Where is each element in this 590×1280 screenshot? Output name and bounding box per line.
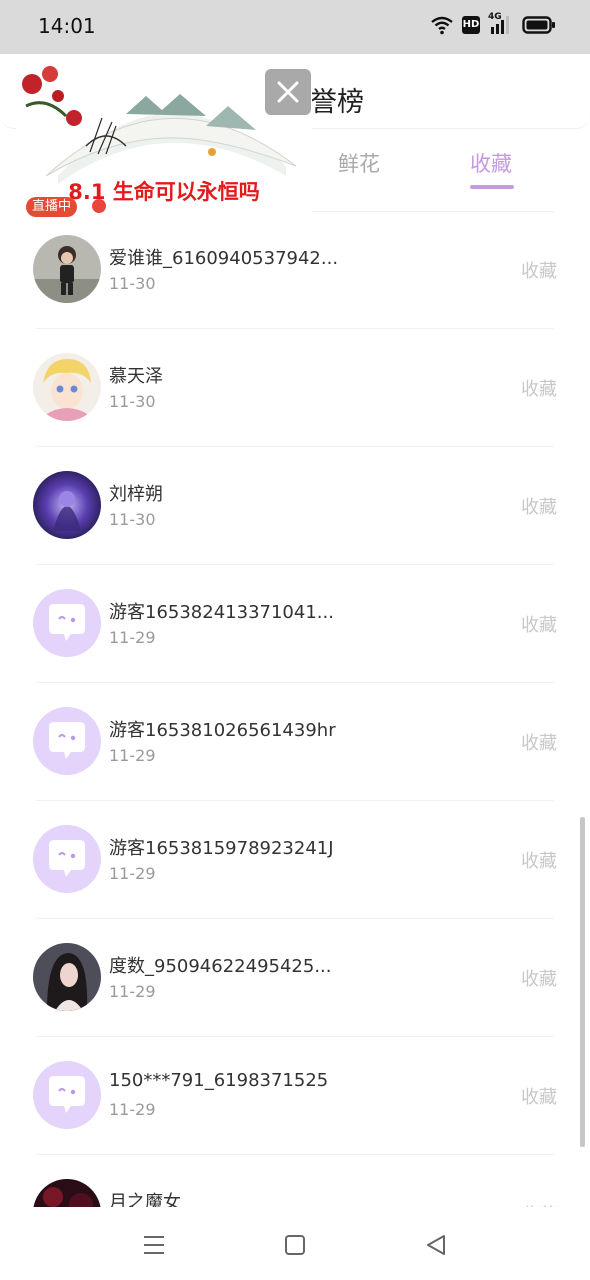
list-item[interactable]: 游客165381026561439hr 11-29 收藏 [0,683,590,801]
user-name: 月之魔女 [109,1192,181,1207]
battery-icon [522,16,555,34]
user-name: 爱谁谁_6160940537942... [109,248,339,269]
live-indicator [92,199,106,213]
favorite-date: 11-29 [109,628,156,647]
favorites-list[interactable]: 爱谁谁_6160940537942... 11-30 收藏 慕天泽 11-30 … [0,211,590,1207]
favorite-label: 收藏 [521,733,557,754]
menu-icon [144,1236,164,1254]
system-navbar [0,1207,590,1280]
favorite-label: 收藏 [521,851,557,872]
list-item[interactable]: 游客165382413371041... 11-29 收藏 [0,565,590,683]
chat-bubble-icon [49,604,85,641]
tab-flowers[interactable]: 鲜花 [338,148,380,178]
list-item[interactable]: 刘梓朔 11-30 收藏 [0,447,590,565]
back-button[interactable] [418,1227,454,1263]
home-icon [285,1235,305,1255]
scrollbar[interactable] [580,817,585,1147]
avatar[interactable] [33,707,101,775]
chat-bubble-icon [49,722,85,759]
signal-icon: 4G [488,12,514,35]
favorite-date: 11-30 [109,274,156,293]
avatar[interactable] [33,589,101,657]
menu-button[interactable] [136,1227,172,1263]
user-name: 游客165381026561439hr [109,720,336,741]
avatar[interactable] [33,235,101,303]
favorite-label: 收藏 [521,615,557,636]
list-item[interactable]: 度数_95094622495425... 11-29 收藏 [0,919,590,1037]
user-name: 刘梓朔 [109,484,163,505]
page-title: 誉榜 [310,87,364,118]
favorite-date: 11-30 [109,510,156,529]
favorite-label: 收藏 [521,969,557,990]
list-item[interactable]: 150***791_6198371525 11-29 收藏 [0,1037,590,1155]
avatar[interactable] [33,353,101,421]
user-name: 150***791_6198371525 [109,1070,329,1091]
favorite-date: 11-29 [109,746,156,765]
status-time: 14:01 [38,14,96,38]
user-name: 慕天泽 [109,366,163,387]
avatar[interactable] [33,1179,101,1207]
close-button[interactable] [265,69,311,115]
status-icons: HD 4G [430,12,556,35]
user-name: 度数_95094622495425... [109,956,332,977]
tab-favorites[interactable]: 收藏 [470,148,512,178]
avatar[interactable] [33,1061,101,1129]
status-bar: 14:01 HD 4G [0,0,590,54]
avatar[interactable] [33,943,101,1011]
active-tab-indicator [470,185,514,189]
list-item[interactable]: 月之魔女 收藏 [0,1155,590,1207]
avatar[interactable] [33,471,101,539]
favorite-date: 11-29 [109,1100,156,1119]
favorite-label: 收藏 [521,1087,557,1108]
back-icon [427,1235,445,1255]
favorite-label: 收藏 [521,261,557,282]
hd-badge: HD [462,16,480,34]
favorite-label: 收藏 [521,379,557,400]
close-icon [277,81,299,103]
wifi-icon [431,16,453,35]
live-badge: 直播中 [26,197,78,217]
user-name: 游客165382413371041... [109,602,334,623]
chat-bubble-icon [49,1076,85,1113]
chat-bubble-icon [49,840,85,877]
avatar[interactable] [33,825,101,893]
favorite-label: 收藏 [521,497,557,518]
favorite-date: 11-30 [109,392,156,411]
home-button[interactable] [277,1227,313,1263]
favorite-date: 11-29 [109,982,156,1001]
list-item[interactable]: 慕天泽 11-30 收藏 [0,329,590,447]
favorite-date: 11-29 [109,864,156,883]
list-item[interactable]: 游客1653815978923241J 11-29 收藏 [0,801,590,919]
user-name: 游客1653815978923241J [109,838,334,859]
